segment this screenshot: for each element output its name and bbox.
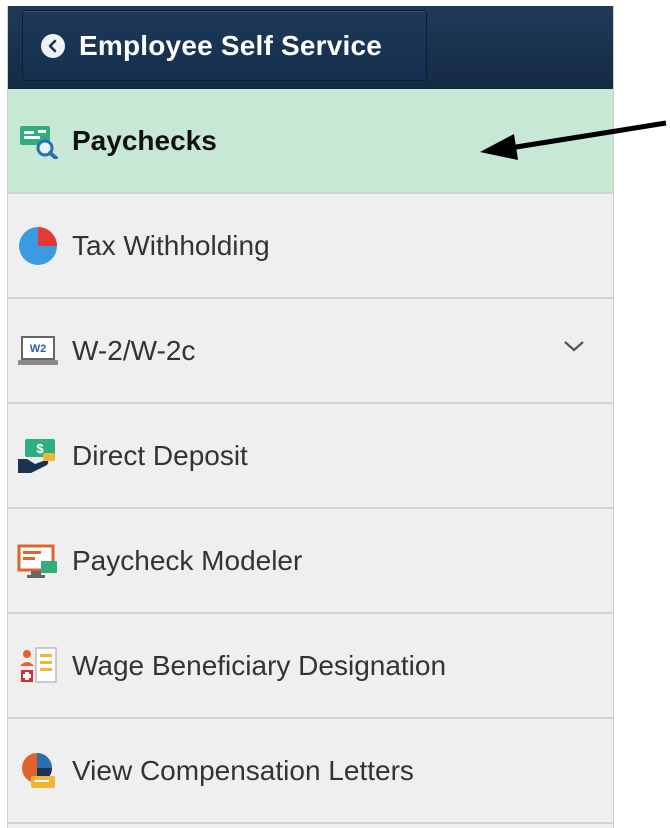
monitor-chart-icon — [16, 539, 60, 583]
pie-chart-icon — [16, 224, 60, 268]
svg-text:$: $ — [36, 441, 44, 456]
nav-item-label: Tax Withholding — [72, 229, 270, 261]
annotation-arrow — [480, 120, 667, 160]
nav-item-label: View Compensation Letters — [72, 754, 414, 786]
nav-header: Employee Self Service — [8, 6, 613, 89]
nav-item-w2[interactable]: W2 W-2/W-2c — [8, 299, 613, 404]
back-button[interactable]: Employee Self Service — [22, 10, 427, 81]
back-button-title: Employee Self Service — [79, 29, 383, 61]
nav-item-compensation-letters[interactable]: View Compensation Letters — [8, 719, 613, 824]
nav-item-wage-beneficiary[interactable]: Wage Beneficiary Designation — [8, 614, 613, 719]
chevron-down-icon[interactable] — [563, 339, 585, 358]
beneficiary-list-icon — [16, 644, 60, 688]
nav-item-label: Direct Deposit — [72, 439, 248, 471]
money-hand-icon: $ — [16, 434, 60, 478]
nav-item-label: Paycheck Modeler — [72, 544, 303, 576]
nav-item-tax-withholding[interactable]: Tax Withholding — [8, 194, 613, 299]
chevron-left-icon — [41, 33, 65, 58]
nav-item-direct-deposit[interactable]: $ Direct Deposit — [8, 404, 613, 509]
nav-item-label: Wage Beneficiary Designation — [72, 649, 447, 681]
paycheck-search-icon — [16, 119, 60, 163]
nav-item-label: W-2/W-2c — [72, 334, 196, 366]
nav-item-paycheck-modeler[interactable]: Paycheck Modeler — [8, 509, 613, 614]
svg-text:W2: W2 — [30, 343, 47, 355]
w2-laptop-icon: W2 — [16, 329, 60, 373]
compensation-letters-icon — [16, 749, 60, 793]
nav-item-label: Paychecks — [72, 124, 217, 156]
